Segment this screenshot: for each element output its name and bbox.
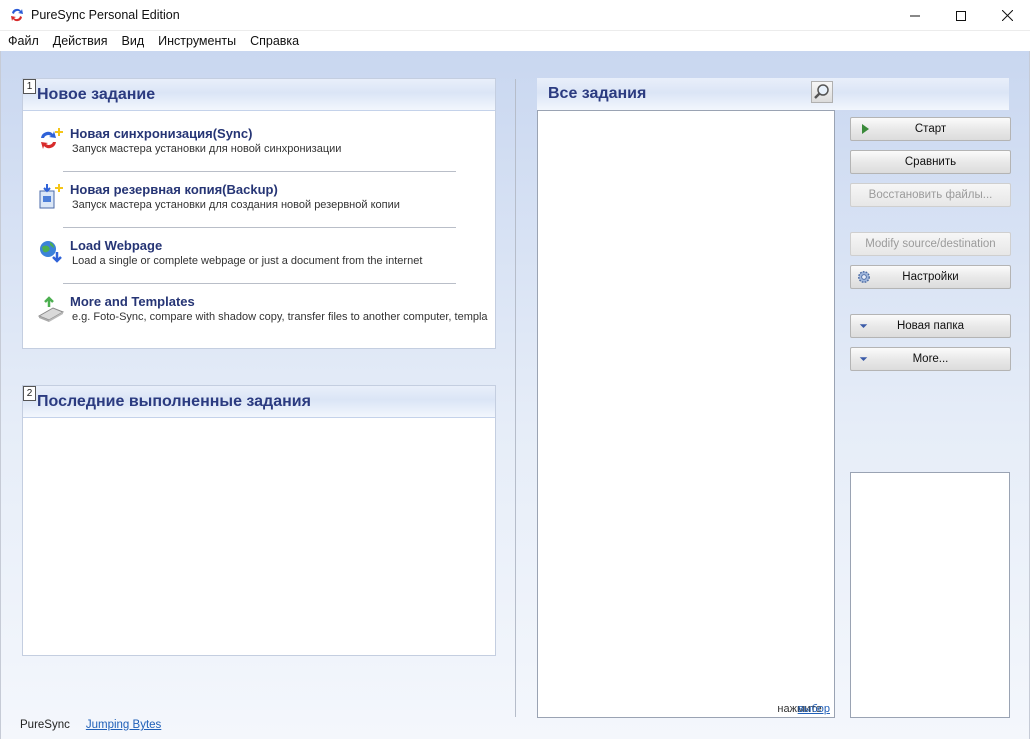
recent-tasks-header: Последние выполненные задания [23,386,495,418]
search-button[interactable] [811,81,833,103]
minimize-button[interactable] [892,0,938,31]
info-box [850,472,1010,718]
recent-tasks-panel: Последние выполненные задания 2 [22,385,496,656]
footer: PureSync Jumping Bytes [20,719,161,731]
more-button[interactable]: More... [850,347,1011,371]
restore-files-button[interactable]: Восстановить файлы... [850,183,1011,207]
panel-number-2: 2 [23,386,36,401]
close-button[interactable] [984,0,1030,31]
new-task-panel: Новое задание 1 Новая синхронизация(Sync… [22,78,496,349]
new-sync-item[interactable]: Новая синхронизация(Sync) Запуск мастера… [37,124,497,164]
client-area: Новое задание 1 Новая синхронизация(Sync… [0,51,1030,739]
chevron-down-icon [859,324,868,328]
more-label: More... [912,353,949,365]
window-title: PureSync Personal Edition [31,8,180,22]
divider [63,171,456,172]
new-backup-title: Новая резервная копия(Backup) [70,182,278,197]
app-icon [9,7,25,23]
jumping-bytes-link[interactable]: Jumping Bytes [86,719,161,731]
new-folder-label: Новая папка [896,320,965,332]
start-label: Старт [914,123,947,135]
globe-download-icon [37,238,67,268]
load-webpage-desc: Load a single or complete webpage or jus… [72,255,423,267]
divider [63,283,456,284]
new-task-header: Новое задание [23,79,495,111]
compare-button[interactable]: Сравнить [850,150,1011,174]
menu-view[interactable]: Вид [115,31,152,51]
menu-tools[interactable]: Инструменты [151,31,243,51]
sync-icon [37,126,67,156]
jobs-hint: нажмитевыбор [777,703,830,715]
menu-help[interactable]: Справка [243,31,306,51]
menu-file[interactable]: Файл [0,31,46,51]
backup-icon [37,182,67,212]
gear-icon [858,271,870,283]
magnifier-icon [814,84,829,99]
select-link[interactable]: выбор [798,703,830,715]
all-jobs-header-panel: Все задания [537,78,1009,110]
compare-label: Сравнить [904,156,957,168]
vertical-divider [515,79,516,717]
new-sync-desc: Запуск мастера установки для новой синхр… [72,143,342,155]
maximize-button[interactable] [938,0,984,31]
restore-label: Восстановить файлы... [868,189,993,201]
all-jobs-list[interactable]: нажмитевыбор [537,110,835,718]
more-templates-item[interactable]: More and Templates e.g. Foto-Sync, compa… [37,292,497,332]
start-button[interactable]: Старт [850,117,1011,141]
modify-source-button[interactable]: Modify source/destination [850,232,1011,256]
recent-tasks-title: Последние выполненные задания [37,393,311,410]
all-jobs-header: Все задания [537,78,1009,110]
settings-button[interactable]: Настройки [850,265,1011,289]
menu-bar: Файл Действия Вид Инструменты Справка [0,31,1030,51]
play-icon [862,124,869,134]
new-sync-title: Новая синхронизация(Sync) [70,126,253,141]
new-folder-button[interactable]: Новая папка [850,314,1011,338]
load-webpage-title: Load Webpage [70,238,163,253]
menu-actions[interactable]: Действия [46,31,115,51]
new-backup-desc: Запуск мастера установки для создания но… [72,199,400,211]
title-bar: PureSync Personal Edition [0,0,1030,31]
chevron-down-icon [859,357,868,361]
settings-label: Настройки [902,271,959,283]
templates-icon [37,294,67,324]
all-jobs-title: Все задания [548,85,647,102]
footer-app-name: PureSync [20,719,70,731]
new-backup-item[interactable]: Новая резервная копия(Backup) Запуск мас… [37,180,497,220]
new-task-title: Новое задание [37,86,156,103]
more-templates-title: More and Templates [70,294,195,309]
modify-label: Modify source/destination [865,238,996,250]
divider [63,227,456,228]
load-webpage-item[interactable]: Load Webpage Load a single or complete w… [37,236,497,276]
more-templates-desc: e.g. Foto-Sync, compare with shadow copy… [72,311,488,323]
panel-number-1: 1 [23,79,36,94]
